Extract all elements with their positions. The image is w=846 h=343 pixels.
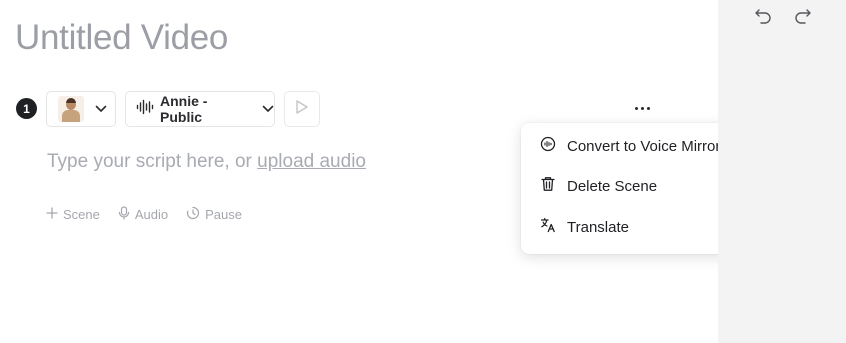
play-scene-button[interactable]: [284, 91, 320, 127]
dot: [634, 106, 638, 110]
avatar: [58, 96, 84, 122]
voice-mirroring-icon: [540, 136, 556, 156]
add-scene-label: Scene: [63, 207, 100, 222]
more-options-button[interactable]: [630, 98, 654, 118]
script-input[interactable]: Type your script here, or upload audio: [47, 151, 366, 173]
menu-item-label: Convert to Voice Mirroring: [567, 137, 741, 155]
add-pause-button[interactable]: Pause: [186, 206, 242, 223]
trash-icon: [540, 176, 556, 196]
voice-selector-button[interactable]: Annie - Public: [125, 91, 275, 127]
upload-audio-link[interactable]: upload audio: [257, 151, 366, 172]
waveform-icon: [136, 99, 154, 120]
video-title[interactable]: Untitled Video: [15, 18, 228, 58]
undo-icon: [754, 9, 772, 29]
script-placeholder: Type your script here, or: [47, 151, 258, 172]
menu-item-translate[interactable]: Translate: [540, 217, 629, 237]
menu-item-delete-scene[interactable]: Delete Scene: [540, 176, 657, 196]
pause-timer-icon: [186, 206, 200, 223]
dot: [646, 106, 650, 110]
voice-name-label: Annie - Public: [160, 93, 208, 125]
undo-button[interactable]: [754, 7, 772, 30]
plus-icon: [46, 207, 58, 222]
dot: [640, 106, 644, 110]
chevron-down-icon: [95, 100, 107, 118]
redo-button[interactable]: [794, 7, 812, 30]
scene-actions: Scene Audio Pause: [46, 206, 242, 223]
play-icon: [295, 99, 309, 120]
add-pause-label: Pause: [205, 207, 242, 222]
scene-number-badge: 1: [16, 98, 37, 119]
menu-item-voice-mirroring[interactable]: Convert to Voice Mirroring: [540, 136, 740, 156]
right-panel: [718, 0, 846, 343]
editor-canvas: Untitled Video 1 Annie - Public Type you…: [0, 0, 762, 343]
menu-item-label: Translate: [567, 218, 629, 236]
add-scene-button[interactable]: Scene: [46, 206, 100, 223]
avatar-selector-button[interactable]: [46, 91, 116, 127]
menu-item-label: Delete Scene: [567, 177, 658, 195]
chevron-down-icon: [262, 100, 274, 118]
redo-icon: [794, 9, 812, 29]
translate-icon: [540, 217, 556, 237]
add-audio-label: Audio: [134, 207, 169, 222]
add-audio-button[interactable]: Audio: [118, 206, 168, 223]
microphone-icon: [118, 206, 130, 223]
